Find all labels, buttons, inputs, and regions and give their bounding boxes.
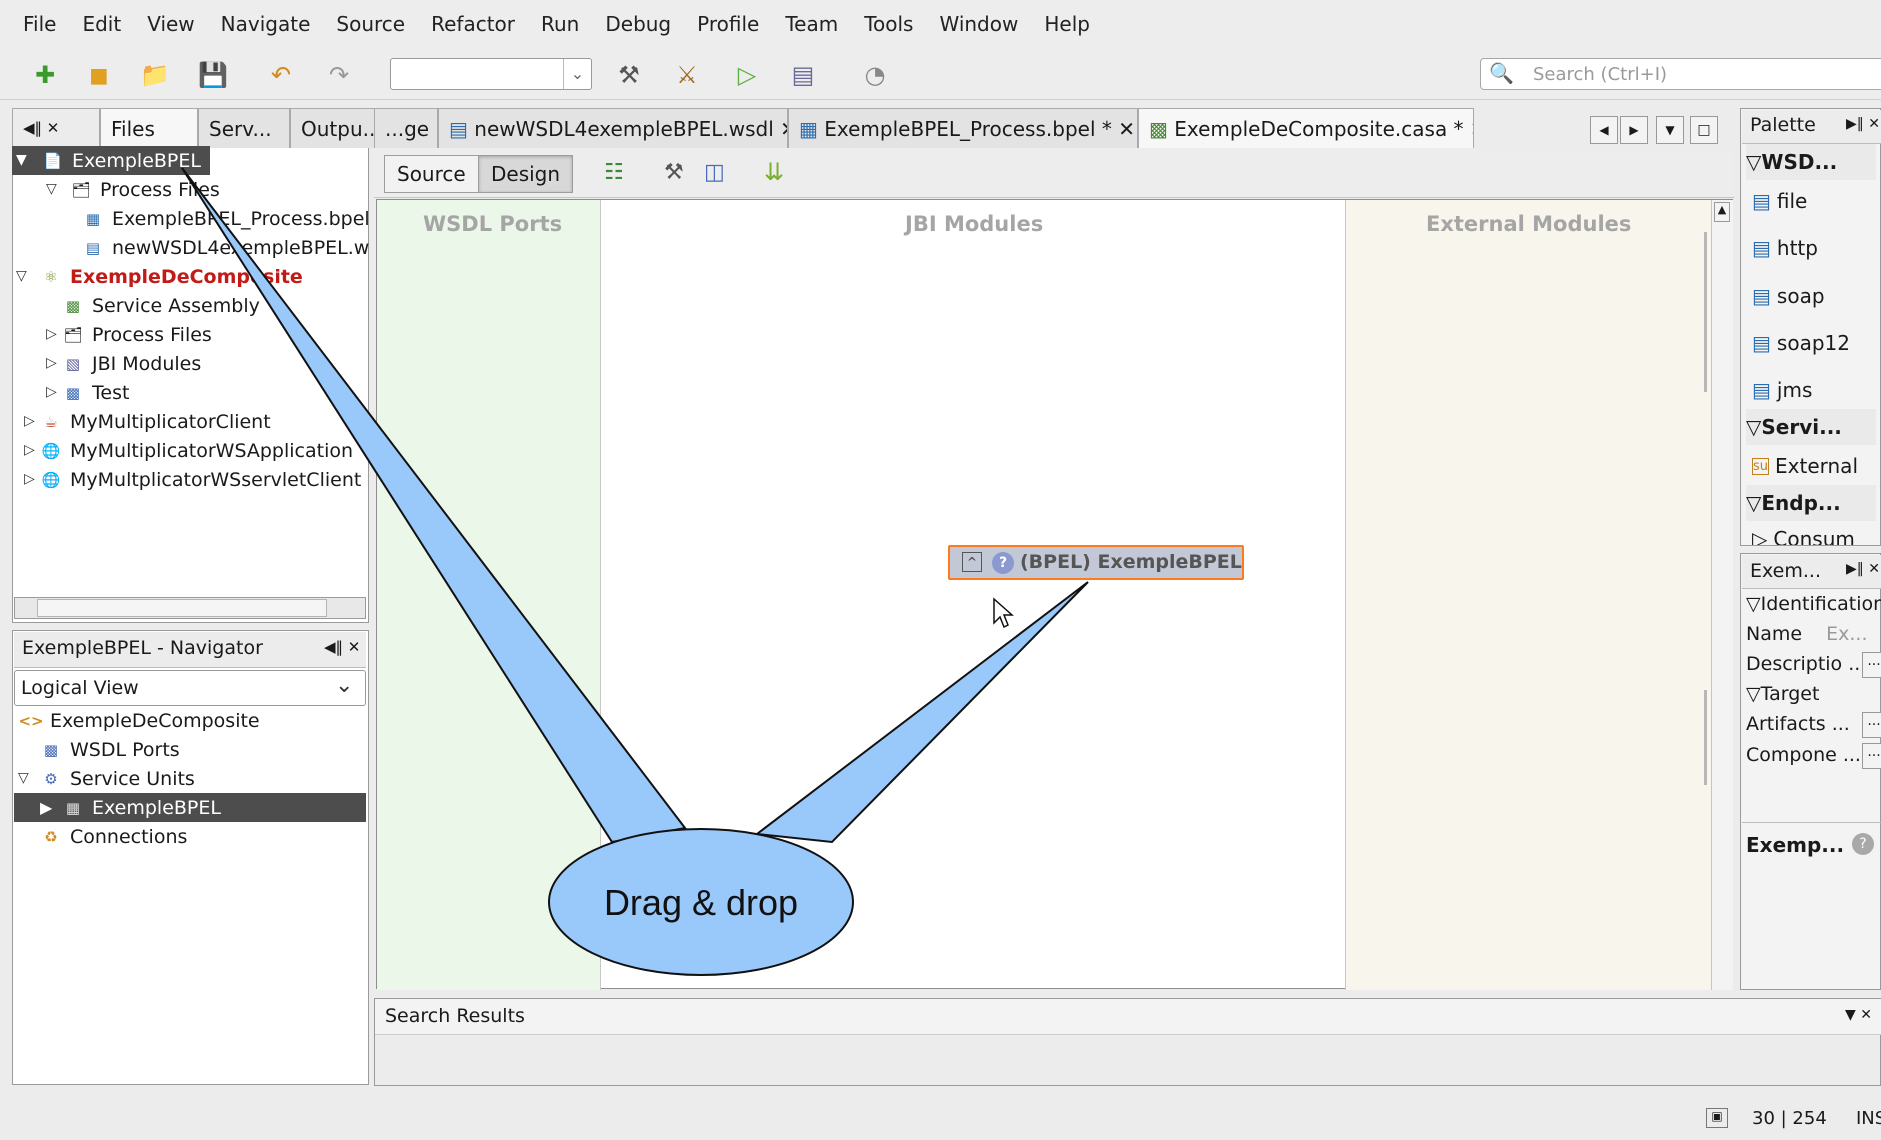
drag-drop-annotation [181, 167, 1089, 976]
callout-text: Drag & drop [603, 882, 799, 923]
callout-pointer-to-tree [181, 167, 687, 844]
callout-pointer-to-module [754, 581, 1089, 844]
